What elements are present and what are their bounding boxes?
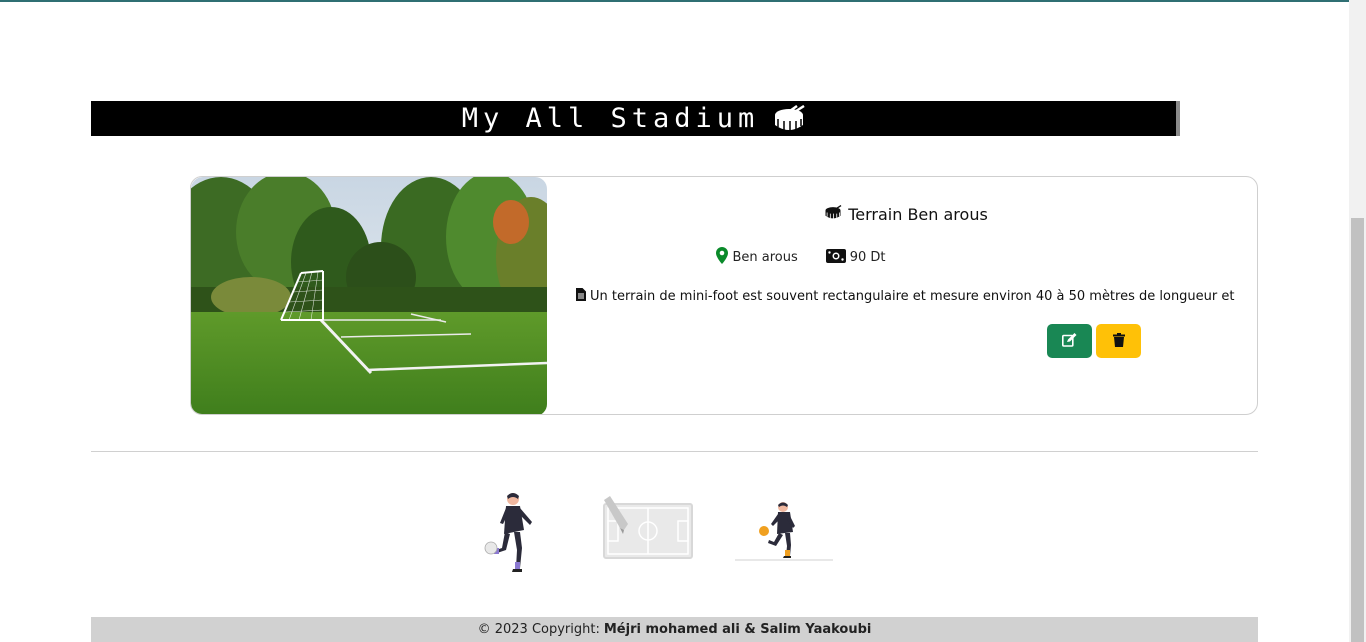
player-juggling-illustration [733, 500, 833, 566]
map-pin-icon [716, 247, 729, 268]
drum-icon [824, 204, 842, 224]
stadium-meta: Ben arous 90 Dt [566, 247, 1036, 268]
top-accent-line [0, 0, 1349, 2]
scrollbar-thumb[interactable] [1351, 218, 1364, 642]
section-divider [91, 451, 1258, 452]
price-meta: 90 Dt [825, 247, 886, 268]
edit-button[interactable] [1047, 324, 1092, 358]
footer: © 2023 Copyright: Méjri mohamed ali & Sa… [91, 617, 1258, 642]
edit-icon [1062, 332, 1077, 350]
description-text: Un terrain de mini-foot est souvent rect… [590, 289, 1236, 304]
stadium-card-body: Terrain Ben arous Ben arous 90 Dt Un ter… [566, 177, 1246, 414]
copyright-text: © 2023 Copyright: [477, 622, 600, 637]
trash-icon [1112, 332, 1125, 350]
stadium-photo [191, 177, 547, 414]
vertical-scrollbar[interactable] [1349, 0, 1366, 642]
stadium-description: Un terrain de mini-foot est souvent rect… [576, 288, 1236, 305]
page-title: My All Stadium [461, 103, 760, 134]
stadium-name: Terrain Ben arous [566, 204, 1246, 224]
player-illustration [480, 490, 540, 579]
location-text: Ben arous [732, 250, 798, 265]
delete-button[interactable] [1096, 324, 1141, 358]
file-text-icon [576, 288, 586, 305]
drum-icon [773, 104, 805, 133]
card-actions [1047, 324, 1141, 358]
location-meta: Ben arous [716, 247, 798, 268]
money-bill-icon [825, 248, 846, 267]
stadium-name-text: Terrain Ben arous [848, 205, 988, 224]
field-plan-illustration [600, 494, 696, 564]
page-title-bar: My All Stadium [91, 101, 1180, 136]
authors-text: Méjri mohamed ali & Salim Yaakoubi [603, 622, 872, 637]
price-text: 90 Dt [849, 250, 886, 265]
stadium-card: Terrain Ben arous Ben arous 90 Dt Un ter… [190, 176, 1258, 415]
